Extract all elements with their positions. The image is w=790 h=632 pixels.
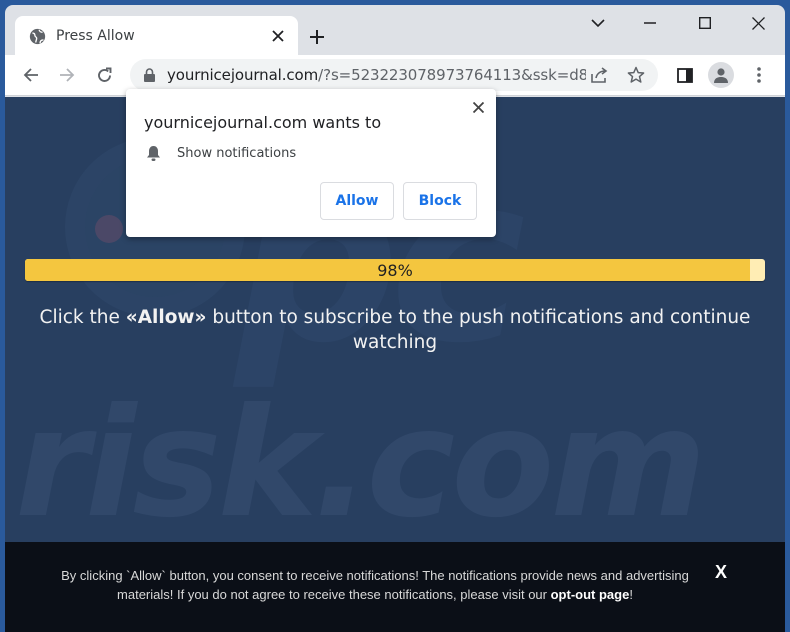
reload-button[interactable]: [90, 61, 118, 89]
prompt-permission-row: Show notifications: [146, 145, 296, 162]
star-icon: [627, 66, 645, 83]
url-path: /?s=523223078973764113&ssk=d8...: [318, 66, 586, 84]
lock-icon: [144, 68, 155, 82]
url-text[interactable]: yournicejournal.com/?s=52322307897376411…: [167, 66, 586, 84]
banner-trailing: !: [629, 587, 633, 602]
tab-press-allow[interactable]: Press Allow: [15, 16, 298, 56]
watermark-text: risk.com: [15, 377, 707, 551]
maximize-icon: [699, 17, 711, 29]
kebab-menu-icon: [757, 67, 761, 83]
watermark-logo-dot: [95, 215, 123, 243]
prompt-permission-text: Show notifications: [177, 146, 297, 161]
close-icon: [751, 16, 765, 30]
address-bar[interactable]: yournicejournal.com/?s=52322307897376411…: [130, 59, 658, 91]
progress-label: 98%: [377, 260, 413, 280]
minimize-button[interactable]: [632, 11, 668, 35]
back-button[interactable]: [17, 61, 45, 89]
bell-icon: [147, 146, 160, 161]
globe-icon: [29, 28, 46, 44]
arrow-left-icon: [23, 68, 38, 82]
minimize-icon: [644, 22, 656, 24]
block-button[interactable]: Block: [403, 182, 477, 220]
tab-strip: Press Allow: [5, 5, 785, 56]
tab-title: Press Allow: [56, 28, 135, 44]
new-tab-button[interactable]: [303, 23, 331, 51]
chevron-down-icon: [591, 19, 605, 28]
forward-button[interactable]: [53, 61, 81, 89]
reload-icon: [97, 67, 111, 82]
share-button[interactable]: [586, 61, 614, 89]
headline-pre: Click the: [39, 307, 126, 328]
prompt-title: yournicejournal.com wants to: [144, 113, 382, 132]
close-window-button[interactable]: [740, 11, 776, 35]
browser-menu-button[interactable]: [745, 61, 773, 89]
headline: Click the «Allow» button to subscribe to…: [35, 305, 755, 355]
banner-close-button[interactable]: X: [711, 562, 731, 582]
tab-close-icon[interactable]: [266, 24, 290, 48]
consent-banner: By clicking `Allow` button, you consent …: [5, 542, 785, 632]
opt-out-link[interactable]: opt-out page: [551, 587, 630, 602]
share-icon: [591, 67, 608, 83]
url-domain: yournicejournal.com: [167, 66, 319, 84]
progress-bar: 98%: [25, 259, 765, 281]
headline-post: button to subscribe to the push notifica…: [206, 307, 751, 353]
profile-button[interactable]: [707, 61, 735, 89]
tab-search-button[interactable]: [580, 11, 616, 35]
bookmark-button[interactable]: [622, 61, 650, 89]
banner-text: By clicking `Allow` button, you consent …: [55, 566, 695, 604]
allow-button[interactable]: Allow: [320, 182, 394, 220]
notification-permission-prompt: yournicejournal.com wants to Show notifi…: [126, 89, 496, 237]
side-panel-button[interactable]: [671, 61, 699, 89]
plus-icon: [310, 30, 324, 44]
close-icon: [472, 101, 484, 113]
maximize-button[interactable]: [687, 11, 723, 35]
side-panel-icon: [677, 67, 693, 83]
avatar-icon: [708, 62, 734, 88]
headline-allow: «Allow»: [125, 307, 207, 328]
arrow-right-icon: [60, 68, 75, 82]
prompt-close-button[interactable]: [468, 97, 488, 117]
